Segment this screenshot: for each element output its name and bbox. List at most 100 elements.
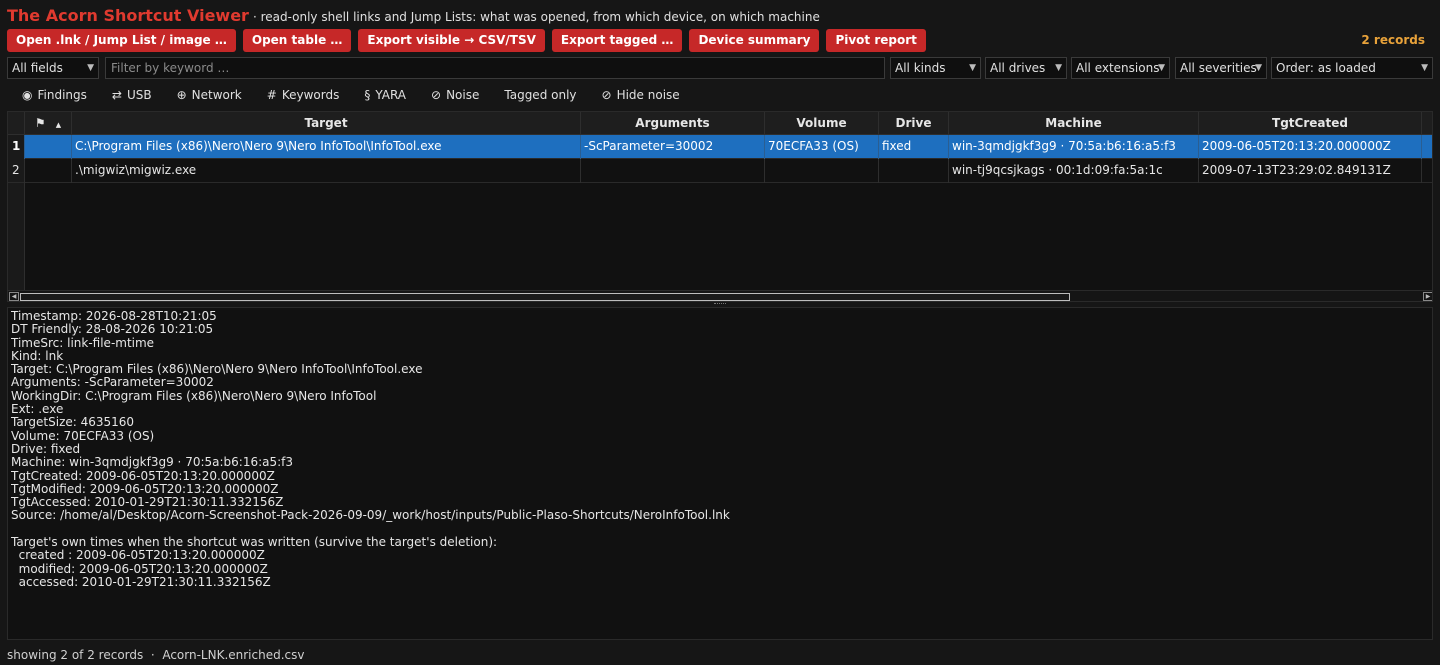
- extensions-select-value: All extensions: [1076, 61, 1160, 75]
- title-bar: The Acorn Shortcut Viewer · read-only sh…: [7, 6, 820, 28]
- cell-tgtcreated: 2009-06-05T20:13:20.000000Z: [1199, 135, 1422, 159]
- detail-line: Source: /home/al/Desktop/Acorn-Screensho…: [11, 509, 730, 523]
- detail-line: Target's own times when the shortcut was…: [11, 536, 498, 550]
- row-flag-cell[interactable]: [25, 159, 72, 183]
- table-row[interactable]: 2 .\migwiz\migwiz.exe win-tj9qcsjkags · …: [8, 159, 1432, 183]
- sort-up-icon: ▲: [55, 121, 62, 129]
- cell-arguments: [581, 159, 765, 183]
- status-bar: showing 2 of 2 records · Acorn-LNK.enric…: [7, 648, 305, 662]
- toggle-hide-noise[interactable]: ⊘ Hide noise: [587, 85, 690, 105]
- keyword-input[interactable]: [105, 57, 885, 79]
- column-header-machine[interactable]: Machine: [949, 112, 1199, 135]
- row-flag-cell[interactable]: [25, 135, 72, 159]
- order-select-value: Order: as loaded: [1276, 61, 1376, 75]
- detail-line: Kind: lnk: [11, 349, 64, 363]
- column-header-arguments[interactable]: Arguments: [581, 112, 765, 135]
- detail-line: created : 2009-06-05T20:13:20.000000Z: [11, 549, 265, 563]
- cell-target: C:\Program Files (x86)\Nero\Nero 9\Nero …: [72, 135, 581, 159]
- toggle-row: ◉ Findings ⇄ USB ⊕ Network # Keywords § YARA …: [7, 85, 690, 105]
- column-header-drive[interactable]: Drive: [879, 112, 949, 135]
- table-row[interactable]: 1 C:\Program Files (x86)\Nero\Nero 9\Ner…: [8, 135, 1432, 159]
- detail-line: Drive: fixed: [11, 442, 81, 456]
- cell-machine: win-3qmdjgkf3g9 · 70:5a:b6:16:a5:f3: [949, 135, 1199, 159]
- detail-line: TgtModified: 2009-06-05T20:13:20.000000Z: [11, 482, 279, 496]
- detail-line: TimeSrc: link-file-mtime: [11, 336, 155, 350]
- detail-line: Machine: win-3qmdjgkf3g9 · 70:5a:b6:16:a…: [11, 456, 294, 470]
- row-number: 1: [8, 135, 25, 159]
- row-number-header: [8, 112, 25, 135]
- flag-column-header[interactable]: ⚑ ▲: [25, 112, 72, 135]
- drives-select[interactable]: All drives ▼: [985, 57, 1067, 79]
- detail-line: Timestamp: 2026-08-28T10:21:05: [11, 310, 217, 323]
- chevron-down-icon: ▼: [1421, 63, 1428, 73]
- detail-line: DT Friendly: 28-08-2026 10:21:05: [11, 323, 214, 337]
- column-header-tgtcreated[interactable]: TgtCreated: [1199, 112, 1422, 135]
- export-visible-button[interactable]: Export visible → CSV/TSV: [358, 29, 545, 52]
- kinds-select[interactable]: All kinds ▼: [890, 57, 981, 79]
- app-title: The Acorn Shortcut Viewer: [7, 6, 249, 25]
- chevron-down-icon: ▼: [1255, 63, 1262, 73]
- detail-line: Ext: .exe: [11, 403, 64, 417]
- column-header-volume[interactable]: Volume: [765, 112, 879, 135]
- extensions-select[interactable]: All extensions ▼: [1071, 57, 1170, 79]
- cell-arguments: -ScParameter=30002: [581, 135, 765, 159]
- toolbar: Open .lnk / Jump List / image … Open tab…: [7, 29, 926, 52]
- chevron-down-icon: ▼: [1055, 63, 1062, 73]
- scroll-right-icon[interactable]: ▶: [1423, 292, 1432, 301]
- severities-select[interactable]: All severities ▼: [1175, 57, 1267, 79]
- chevron-down-icon: ▼: [87, 63, 94, 73]
- cell-machine: win-tj9qcsjkags · 00:1d:09:fa:5a:1c: [949, 159, 1199, 183]
- app-subtitle: · read-only shell links and Jump Lists: …: [252, 10, 820, 24]
- row-number: 2: [8, 159, 25, 183]
- detail-line: TgtAccessed: 2010-01-29T21:30:11.332156Z: [11, 496, 284, 510]
- no-entry-icon: ⊘: [431, 88, 442, 102]
- device-summary-button[interactable]: Device summary: [689, 29, 820, 52]
- radio-icon: ◉: [22, 88, 33, 102]
- detail-line: Arguments: -ScParameter=30002: [11, 376, 214, 390]
- grip-icon: [714, 303, 726, 305]
- field-select-value: All fields: [12, 61, 63, 75]
- toggle-keywords[interactable]: # Keywords: [252, 85, 350, 105]
- flag-icon: ⚑: [34, 116, 46, 130]
- detail-line: TargetSize: 4635160: [11, 416, 135, 430]
- detail-pane: Timestamp: 2026-08-28T10:21:05 DT Friend…: [7, 307, 1433, 640]
- detail-line: Volume: 70ECFA33 (OS): [11, 429, 155, 443]
- order-select[interactable]: Order: as loaded ▼: [1271, 57, 1433, 79]
- records-count: 2 records: [1361, 33, 1425, 47]
- cell-tgtcreated: 2009-07-13T23:29:02.849131Z: [1199, 159, 1422, 183]
- cell-volume: 70ECFA33 (OS): [765, 135, 879, 159]
- table-header: ⚑ ▲ Target Arguments Volume Drive Machin…: [8, 112, 1432, 135]
- open-lnk-button[interactable]: Open .lnk / Jump List / image …: [7, 29, 236, 52]
- pivot-report-button[interactable]: Pivot report: [826, 29, 926, 52]
- toggle-usb[interactable]: ⇄ USB: [97, 85, 162, 105]
- severities-select-value: All severities: [1180, 61, 1257, 75]
- detail-line: accessed: 2010-01-29T21:30:11.332156Z: [11, 575, 271, 589]
- detail-line: [11, 523, 1429, 536]
- drives-select-value: All drives: [990, 61, 1046, 75]
- hash-icon: #: [266, 88, 277, 102]
- detail-line: Target: C:\Program Files (x86)\Nero\Nero…: [11, 363, 423, 377]
- field-select[interactable]: All fields ▼: [7, 57, 99, 79]
- toggle-findings[interactable]: ◉ Findings: [7, 85, 97, 105]
- scroll-left-icon[interactable]: ◀: [9, 292, 19, 301]
- toggle-tagged-only[interactable]: Tagged only: [489, 85, 586, 105]
- column-header-target[interactable]: Target: [72, 112, 581, 135]
- toggle-yara[interactable]: § YARA: [349, 85, 416, 105]
- chevron-down-icon: ▼: [969, 63, 976, 73]
- cell-drive: [879, 159, 949, 183]
- horizontal-scrollbar[interactable]: ◀ ▶: [8, 290, 1432, 301]
- records-table: ⚑ ▲ Target Arguments Volume Drive Machin…: [7, 111, 1433, 302]
- detail-line: TgtCreated: 2009-06-05T20:13:20.000000Z: [11, 469, 275, 483]
- export-tagged-button[interactable]: Export tagged …: [551, 29, 683, 52]
- chevron-down-icon: ▼: [1158, 63, 1165, 73]
- cell-drive: fixed: [879, 135, 949, 159]
- detail-line: modified: 2009-06-05T20:13:20.000000Z: [11, 562, 268, 576]
- cell-volume: [765, 159, 879, 183]
- cell-target: .\migwiz\migwiz.exe: [72, 159, 581, 183]
- scrollbar-thumb[interactable]: [20, 293, 1070, 301]
- toggle-network[interactable]: ⊕ Network: [162, 85, 252, 105]
- open-table-button[interactable]: Open table …: [242, 29, 352, 52]
- toggle-noise[interactable]: ⊘ Noise: [416, 85, 489, 105]
- filter-row: All fields ▼ All kinds ▼ All drives ▼ Al…: [7, 57, 1433, 79]
- section-icon: §: [364, 88, 371, 102]
